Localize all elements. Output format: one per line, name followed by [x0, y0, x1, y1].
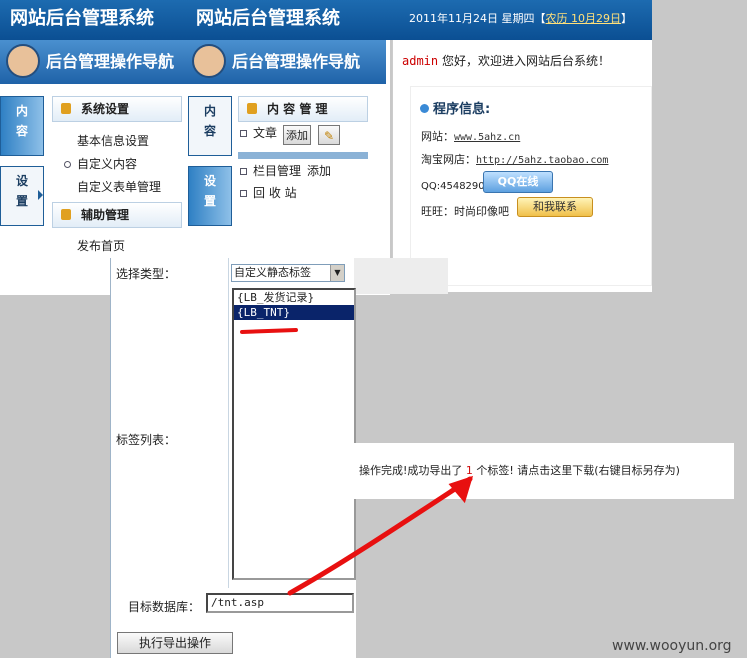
header-title-left: 网站后台管理系统 — [0, 0, 186, 40]
admin-avatar-icon — [192, 44, 226, 78]
db-label: 目标数据库： — [128, 600, 201, 614]
menu-item-basic-info[interactable]: 基本信息设置 — [77, 130, 149, 152]
bullet-icon — [240, 130, 247, 137]
header-title-right: 网站后台管理系统 — [186, 0, 392, 40]
menu-section-system-settings[interactable]: 系统设置 — [52, 96, 182, 122]
tab-content[interactable]: 内容 — [188, 96, 232, 156]
info-title: 程序信息: — [420, 98, 490, 117]
qq-online-button[interactable]: QQ在线 — [483, 171, 553, 193]
list-label: 标签列表： — [116, 433, 177, 447]
menu-divider — [238, 152, 368, 159]
article-add-button[interactable]: 添加 — [283, 125, 311, 145]
site-row: 网站：www.5ahz.cn — [421, 130, 521, 143]
export-submit-button[interactable]: 执行导出操作 — [117, 632, 233, 654]
menu-item-publish-home[interactable]: 发布首页 — [77, 235, 125, 257]
bullet-icon — [64, 161, 71, 168]
menu-item-custom-content[interactable]: 自定义内容 — [64, 153, 137, 175]
lunar-date-link[interactable]: 农历 10月29日 — [545, 12, 621, 25]
nav-title: 后台管理操作导航 — [46, 52, 175, 71]
list-option-selected[interactable]: {LB_TNT} — [234, 305, 354, 320]
welcome-text: admin 您好，欢迎进入网站后台系统！ — [402, 54, 610, 68]
menu-section-aux-management[interactable]: 辅助管理 — [52, 202, 182, 228]
nav-bar-right: 后台管理操作导航 — [186, 40, 386, 84]
menu-item-recycle-bin[interactable]: 回 收 站 — [240, 182, 297, 204]
dropdown-arrow-icon: ▼ — [330, 265, 344, 281]
tab-arrow-icon — [38, 190, 43, 200]
menu-item-article[interactable]: 文章 — [240, 122, 277, 144]
shop-link[interactable]: http://5ahz.taobao.com — [476, 155, 608, 166]
contact-me-button[interactable]: 和我联系 — [517, 197, 593, 217]
menu-item-column-management[interactable]: 栏目管理 添加 — [240, 160, 331, 182]
qq-label: QQ:4548290 — [421, 181, 485, 192]
bullet-icon — [240, 190, 247, 197]
red-arrow-annotation — [287, 475, 474, 596]
nav-title: 后台管理操作导航 — [232, 52, 361, 71]
info-arrow-icon — [420, 104, 429, 113]
form-divider — [228, 258, 229, 588]
shop-row: 淘宝网店：http://5ahz.taobao.com — [421, 153, 609, 166]
edit-pencil-icon[interactable]: ✎ — [318, 125, 340, 145]
watermark-text: www.wooyun.org — [612, 638, 732, 654]
list-option[interactable]: {LB_发货记录} — [234, 290, 354, 305]
type-select[interactable]: 自定义静态标签 ▼ — [231, 264, 345, 282]
tab-settings[interactable]: 设置 — [188, 166, 232, 226]
menu-item-custom-form[interactable]: 自定义表单管理 — [77, 176, 161, 198]
type-label: 选择类型： — [116, 267, 177, 281]
admin-avatar-icon — [6, 44, 40, 78]
nav-bar-left: 后台管理操作导航 — [0, 40, 186, 84]
site-link[interactable]: www.5ahz.cn — [454, 132, 520, 143]
wangwang-label: 旺旺：时尚印像吧 — [421, 205, 509, 218]
tab-content[interactable]: 内容 — [0, 96, 44, 156]
menu-section-content-management[interactable]: 内 容 管 理 — [238, 96, 368, 122]
bullet-icon — [240, 168, 247, 175]
export-form-gray-strip — [354, 258, 448, 294]
header-date: 2011年11月24日 星期四【农历 10月29日】 — [409, 12, 632, 25]
